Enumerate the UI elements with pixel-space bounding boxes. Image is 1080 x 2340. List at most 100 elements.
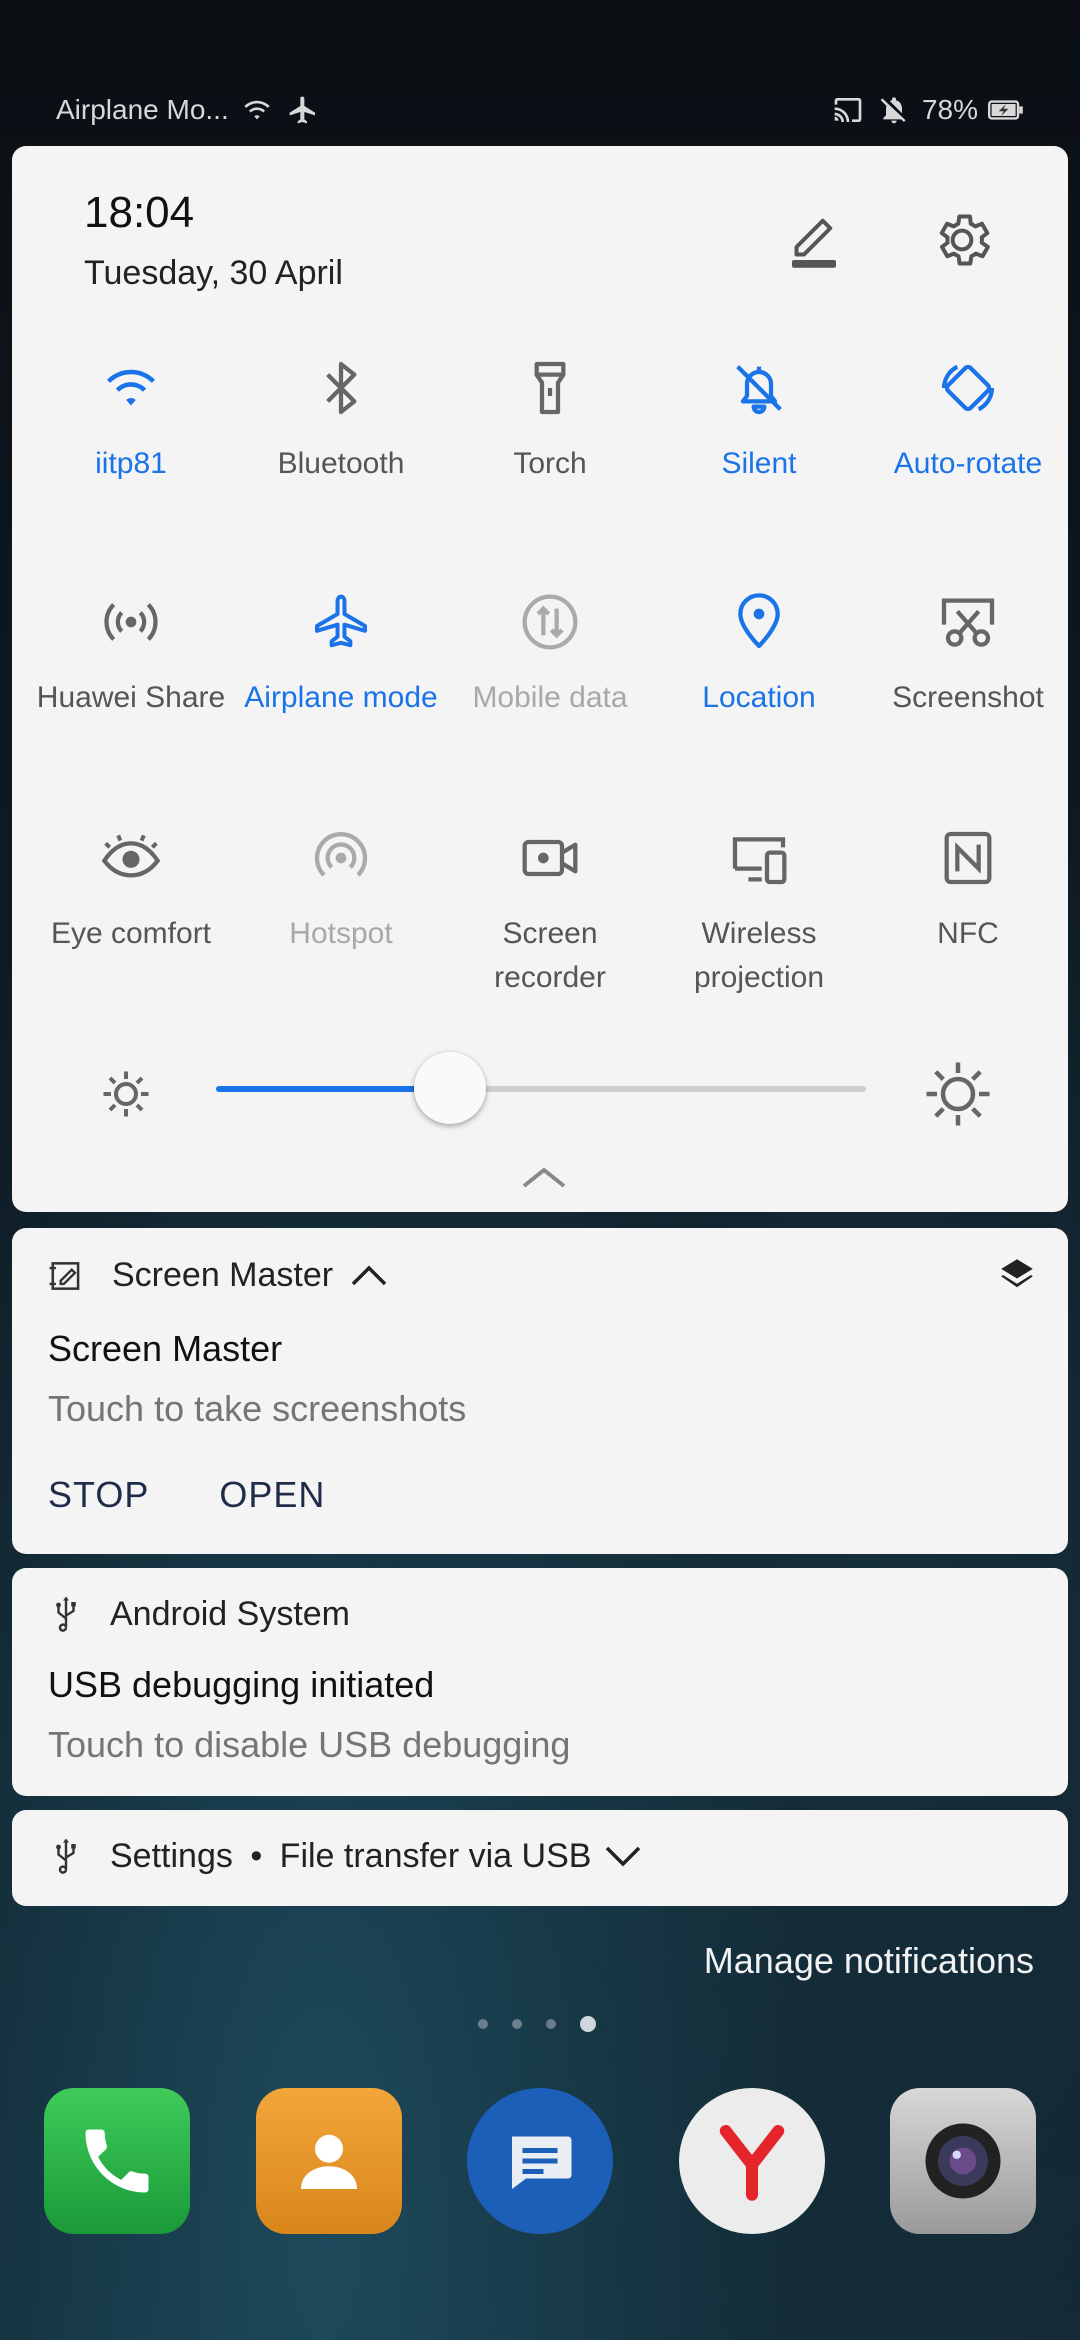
brightness-slider[interactable] xyxy=(216,1052,866,1124)
messages-icon xyxy=(512,2136,572,2189)
notification-body: Touch to disable USB debugging xyxy=(48,1724,571,1765)
screen-recorder-icon xyxy=(522,839,578,877)
quick-settings-panel: 18:04 Tuesday, 30 April iitp81 Bluetooth… xyxy=(12,146,1068,1212)
notification-summary: File transfer via USB xyxy=(279,1836,592,1875)
tile-label: Mobile data xyxy=(472,681,628,714)
date[interactable]: Tuesday, 30 April xyxy=(84,254,343,293)
chevron-up-icon[interactable] xyxy=(520,1162,568,1192)
tile-location[interactable]: Location xyxy=(654,590,864,720)
brightness-slider-thumb[interactable] xyxy=(414,1052,486,1124)
tile-label: Airplane mode xyxy=(244,681,438,714)
battery-percent: 78% xyxy=(921,94,978,125)
cast-icon xyxy=(834,98,862,122)
notification-body: Touch to take screenshots xyxy=(48,1388,467,1429)
notification-title: USB debugging initiated xyxy=(48,1664,435,1705)
status-carrier-text: Airplane Mo... xyxy=(56,94,229,125)
page-dot xyxy=(478,2019,488,2029)
bell-off-icon xyxy=(880,97,906,124)
tile-nfc[interactable]: NFC xyxy=(863,826,1073,956)
clock[interactable]: 18:04 xyxy=(84,188,194,238)
tile-wifi[interactable]: iitp81 xyxy=(26,356,236,486)
wifi-icon xyxy=(107,369,155,406)
tile-label: Bluetooth xyxy=(277,447,405,480)
gear-icon[interactable] xyxy=(930,208,994,272)
bell-off-icon xyxy=(736,365,782,415)
chevron-down-icon[interactable] xyxy=(603,1844,643,1868)
tile-wireless-projection[interactable]: Wireless projection xyxy=(654,826,864,1000)
yandex-browser-app[interactable] xyxy=(678,2088,825,2234)
usb-icon xyxy=(56,1838,76,1874)
tile-silent[interactable]: Silent xyxy=(654,356,864,486)
contacts-icon xyxy=(300,2134,357,2189)
sun-high-icon xyxy=(926,1062,990,1126)
screen-master-app-icon xyxy=(49,1261,80,1290)
battery-charging-icon xyxy=(988,100,1023,120)
stop-button[interactable]: STOP xyxy=(48,1474,149,1516)
phone-icon xyxy=(85,2129,149,2193)
tile-screen-recorder[interactable]: Screen recorder xyxy=(445,826,655,1000)
tile-eye-comfort[interactable]: Eye comfort xyxy=(26,826,236,956)
mobile-data-icon xyxy=(522,594,578,650)
layers-icon[interactable] xyxy=(996,1254,1038,1296)
tile-label: Location xyxy=(702,681,816,714)
wireless-projection-icon xyxy=(732,837,787,885)
tile-label: Screen recorder xyxy=(494,917,606,994)
tile-label: Silent xyxy=(721,447,797,480)
open-button[interactable]: OPEN xyxy=(219,1474,325,1516)
notification-title: Screen Master xyxy=(48,1328,283,1369)
contacts-app[interactable] xyxy=(255,2088,402,2234)
tile-bluetooth[interactable]: Bluetooth xyxy=(236,356,446,486)
notification-app-name: Android System xyxy=(110,1594,350,1633)
usb-icon xyxy=(56,1596,76,1632)
pencil-icon[interactable] xyxy=(784,212,844,272)
tile-mobile-data[interactable]: Mobile data xyxy=(445,590,655,720)
camera-icon xyxy=(925,2123,1001,2199)
tile-airplane-mode[interactable]: Airplane mode xyxy=(236,590,446,720)
chevron-up-icon[interactable] xyxy=(349,1264,389,1288)
tile-label: NFC xyxy=(937,917,999,950)
tile-label: iitp81 xyxy=(95,447,167,480)
dock xyxy=(44,2088,1036,2234)
torch-icon xyxy=(534,361,566,415)
notification-app-name: Screen Master xyxy=(112,1256,334,1294)
tile-label: Wireless projection xyxy=(693,917,825,994)
phone-app[interactable] xyxy=(44,2088,190,2234)
eye-icon xyxy=(101,834,161,878)
tile-label: Torch xyxy=(513,447,587,480)
tile-label: Hotspot xyxy=(289,917,393,950)
airplane-icon xyxy=(289,96,315,124)
airplane-icon xyxy=(315,594,367,648)
notification-settings-usb[interactable]: Settings • File transfer via USB xyxy=(12,1810,1068,1906)
separator-dot: • xyxy=(250,1836,263,1875)
yandex-browser-icon xyxy=(719,2125,784,2201)
share-icon xyxy=(104,603,158,641)
bluetooth-icon xyxy=(326,361,357,415)
manage-notifications-link[interactable]: Manage notifications xyxy=(704,1940,1034,1982)
tile-label: Screenshot xyxy=(892,681,1044,714)
status-bar: Airplane Mo... 78% xyxy=(0,0,1080,146)
screenshot-icon xyxy=(941,598,995,647)
tile-hotspot[interactable]: Hotspot xyxy=(236,826,446,956)
nfc-icon xyxy=(944,831,992,885)
tile-torch[interactable]: Torch xyxy=(445,356,655,486)
tile-label: Eye comfort xyxy=(50,917,212,950)
hotspot-icon xyxy=(314,832,368,877)
sun-low-icon xyxy=(103,1071,149,1117)
page-dot xyxy=(512,2019,522,2029)
page-indicator xyxy=(478,2016,596,2032)
tile-huawei-share[interactable]: Huawei Share xyxy=(26,590,236,720)
notification-screen-master[interactable]: Screen Master Screen Master Touch to tak… xyxy=(12,1228,1068,1554)
camera-app[interactable] xyxy=(890,2088,1036,2234)
tile-screenshot[interactable]: Screenshot xyxy=(863,590,1073,720)
notification-android-system[interactable]: Android System USB debugging initiated T… xyxy=(12,1568,1068,1796)
tile-label: Auto-rotate xyxy=(893,447,1043,480)
wifi-icon xyxy=(244,100,270,120)
tile-label: Huawei Share xyxy=(36,681,226,714)
location-pin-icon xyxy=(738,593,780,649)
messages-app[interactable] xyxy=(467,2088,613,2234)
page-dot xyxy=(546,2019,556,2029)
notification-app-name: Settings xyxy=(110,1836,233,1875)
rotate-icon xyxy=(941,364,995,412)
tile-auto-rotate[interactable]: Auto-rotate xyxy=(863,356,1073,486)
page-dot-active xyxy=(580,2016,596,2032)
